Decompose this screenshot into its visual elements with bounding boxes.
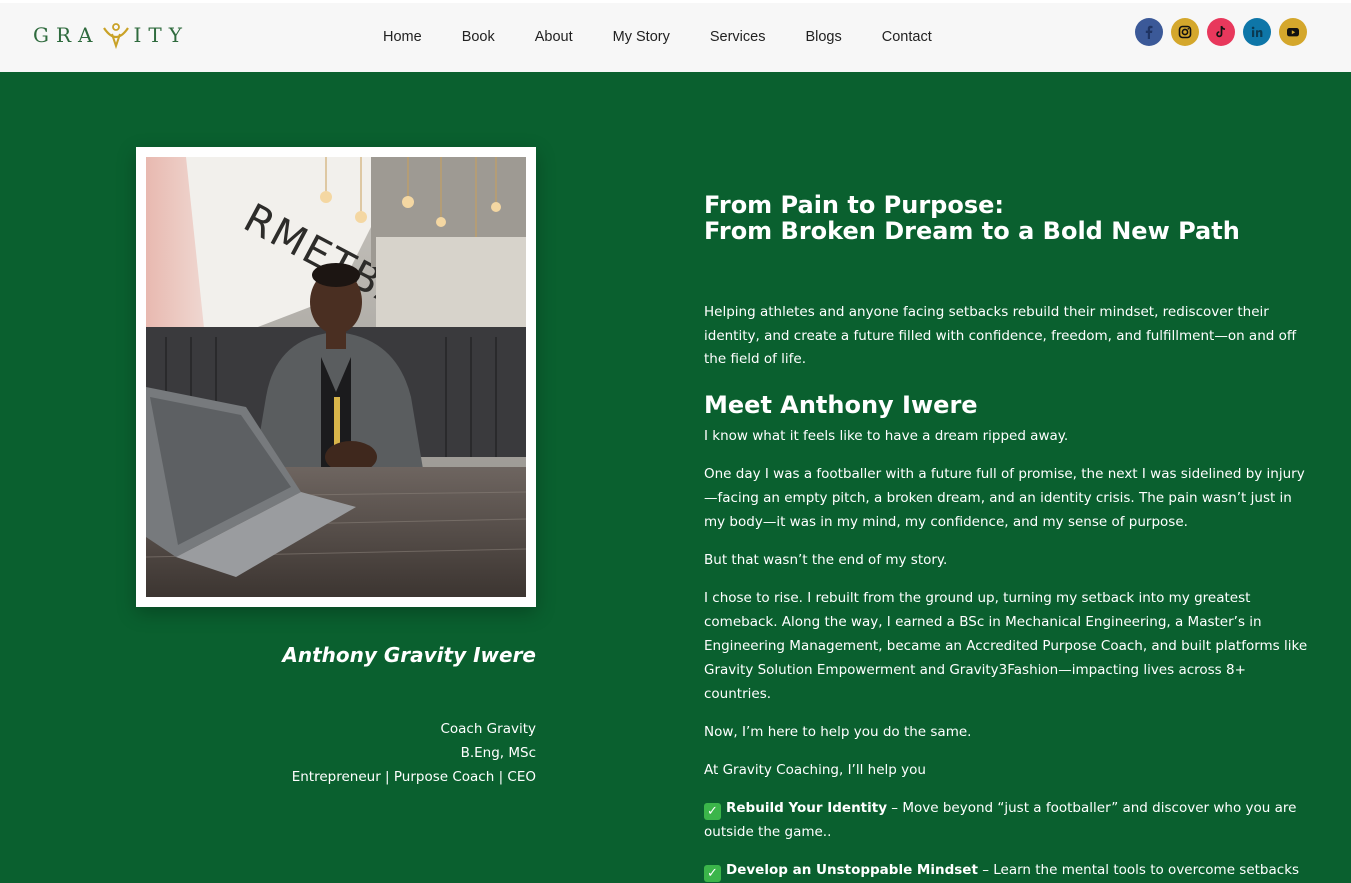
gravity-logo[interactable]: GRA ITY (33, 20, 189, 50)
nav-about[interactable]: About (535, 29, 573, 45)
story-paragraph-3: But that wasn’t the end of my story. (704, 551, 948, 568)
story-paragraph-4: I chose to rise. I rebuilt from the grou… (704, 589, 1308, 702)
checklist-item: ✓ Rebuild Your Identity – Move beyond “ju… (704, 796, 1314, 844)
page-headline: From Pain to Purpose: From Broken Dream … (704, 192, 1314, 244)
site-header: GRA ITY Home Book About My Story Service… (0, 0, 1351, 72)
social-links (1135, 18, 1315, 46)
linkedin-icon[interactable] (1243, 18, 1271, 46)
nav-contact[interactable]: Contact (882, 29, 932, 45)
logo-text-right: ITY (133, 23, 189, 47)
profile-name: Anthony Gravity Iwere (282, 643, 536, 667)
story-paragraph-6: At Gravity Coaching, I’ll help you (704, 761, 926, 778)
main-nav: Home Book About My Story Services Blogs … (383, 29, 972, 45)
about-content: From Pain to Purpose: From Broken Dream … (704, 192, 1314, 883)
nav-home[interactable]: Home (383, 29, 422, 45)
facebook-icon[interactable] (1135, 18, 1163, 46)
nav-services[interactable]: Services (710, 29, 766, 45)
profile-photo: RMETBAR (146, 157, 526, 597)
story-paragraph-1: I know what it feels like to have a drea… (704, 427, 1069, 444)
checkmark-icon: ✓ (704, 802, 721, 820)
credential-roles: Entrepreneur | Purpose Coach | CEO (291, 769, 536, 785)
headline-line-2: From Broken Dream to a Bold New Path (704, 217, 1240, 245)
checklist-item-title: Rebuild Your Identity (726, 799, 888, 816)
checkmark-icon: ✓ (704, 864, 721, 882)
logo-text-left: GRA (33, 23, 100, 47)
credential-title: Coach Gravity (440, 721, 536, 737)
profile-photo-frame: RMETBAR (136, 147, 536, 607)
logo-figure-icon (101, 20, 131, 50)
nav-blogs[interactable]: Blogs (805, 29, 841, 45)
meet-heading: Meet Anthony Iwere (704, 390, 978, 419)
intro-text: Helping athletes and anyone facing setba… (704, 304, 1297, 367)
story-paragraph-2: One day I was a footballer with a future… (704, 465, 1305, 530)
youtube-icon[interactable] (1279, 18, 1307, 46)
credential-degrees: B.Eng, MSc (460, 745, 536, 761)
nav-book[interactable]: Book (462, 29, 495, 45)
instagram-icon[interactable] (1171, 18, 1199, 46)
checklist-item: ✓ Develop an Unstoppable Mindset – Learn … (704, 858, 1314, 883)
tiktok-icon[interactable] (1207, 18, 1235, 46)
headline-line-1: From Pain to Purpose: (704, 191, 1005, 219)
profile-credentials: Coach Gravity B.Eng, MSc Entrepreneur | … (292, 717, 536, 789)
nav-my-story[interactable]: My Story (613, 29, 670, 45)
story-paragraph-5: Now, I’m here to help you do the same. (704, 723, 972, 740)
checklist-item-title: Develop an Unstoppable Mindset (726, 861, 978, 878)
